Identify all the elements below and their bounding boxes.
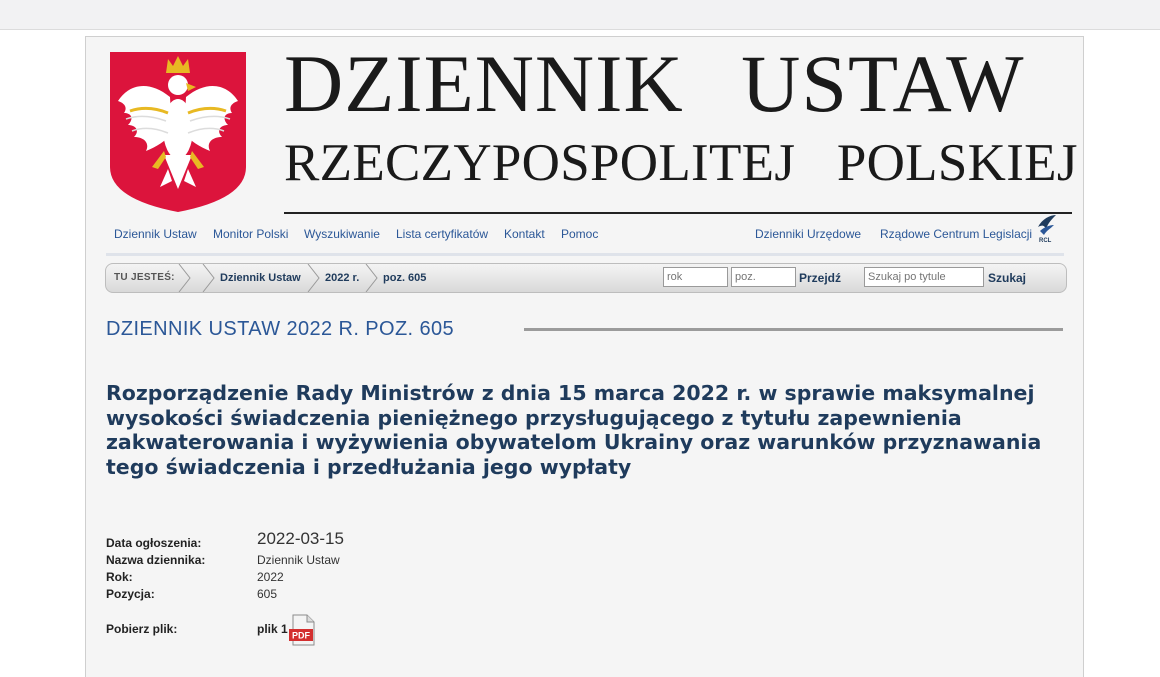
meta-value-year: 2022 — [257, 570, 284, 584]
browser-top-strip — [0, 0, 1160, 30]
breadcrumb-label: TU JESTEŚ: — [114, 272, 175, 283]
nav-link-rcl[interactable]: Rządowe Centrum Legislacji — [880, 227, 1032, 241]
nav-link-pomoc[interactable]: Pomoc — [561, 227, 598, 241]
meta-value-position: 605 — [257, 587, 278, 601]
polish-eagle-emblem-icon — [110, 52, 246, 212]
breadcrumb-item-year[interactable]: 2022 r. — [325, 272, 359, 284]
meta-label-year: Rok: — [106, 570, 133, 584]
chevron-right-icon — [202, 264, 215, 292]
title-search-input[interactable] — [864, 267, 984, 287]
nav-link-wyszukiwanie[interactable]: Wyszukiwanie — [304, 227, 380, 241]
breadcrumb-item-dziennik-ustaw[interactable]: Dziennik Ustaw — [220, 272, 301, 284]
svg-text:RCL: RCL — [1039, 238, 1052, 243]
meta-label-date: Data ogłoszenia: — [106, 536, 202, 550]
position-input[interactable] — [731, 267, 796, 287]
breadcrumb-bar: TU JESTEŚ: Dziennik Ustaw 2022 r. poz. 6… — [105, 263, 1067, 293]
rcl-logo-icon[interactable]: RCL — [1034, 213, 1060, 243]
nav-link-monitor-polski[interactable]: Monitor Polski — [213, 227, 288, 241]
document-title: Rozporządzenie Rady Ministrów z dnia 15 … — [106, 381, 1042, 479]
nav-link-lista-certyfikatow[interactable]: Lista certyfikatów — [396, 227, 488, 241]
chevron-right-icon — [307, 264, 320, 292]
meta-value-journal: Dziennik Ustaw — [257, 553, 340, 567]
main-nav: Dziennik Ustaw Monitor Polski Wyszukiwan… — [114, 223, 1066, 251]
nav-divider — [106, 253, 1064, 256]
chevron-right-icon — [365, 264, 378, 292]
search-button[interactable]: Szukaj — [988, 271, 1026, 285]
site-title: DZIENNIK USTAW — [284, 38, 1025, 129]
breadcrumb-item-position: poz. 605 — [383, 272, 427, 284]
file-link[interactable]: plik 1 — [257, 622, 288, 636]
site-subtitle: RZECZYPOSPOLITEJ POLSKIEJ — [284, 134, 1078, 192]
pdf-file-icon[interactable]: PDF — [287, 614, 317, 646]
title-divider — [284, 212, 1072, 214]
chevron-right-icon — [178, 264, 191, 292]
meta-label-position: Pozycja: — [106, 587, 155, 601]
nav-link-kontakt[interactable]: Kontakt — [504, 227, 545, 241]
heading-divider — [524, 328, 1063, 331]
page-container: DZIENNIK USTAW RZECZYPOSPOLITEJ POLSKIEJ… — [85, 36, 1084, 677]
document-heading: DZIENNIK USTAW 2022 R. POZ. 605 — [106, 318, 455, 340]
meta-label-journal: Nazwa dziennika: — [106, 553, 206, 567]
nav-link-dziennik-ustaw[interactable]: Dziennik Ustaw — [114, 227, 197, 241]
nav-link-dzienniki-urzedowe[interactable]: Dzienniki Urzędowe — [755, 227, 861, 241]
year-input[interactable] — [663, 267, 728, 287]
svg-text:PDF: PDF — [292, 631, 311, 641]
go-button[interactable]: Przejdź — [799, 271, 841, 285]
meta-value-date: 2022-03-15 — [257, 529, 344, 548]
download-label: Pobierz plik: — [106, 622, 178, 636]
